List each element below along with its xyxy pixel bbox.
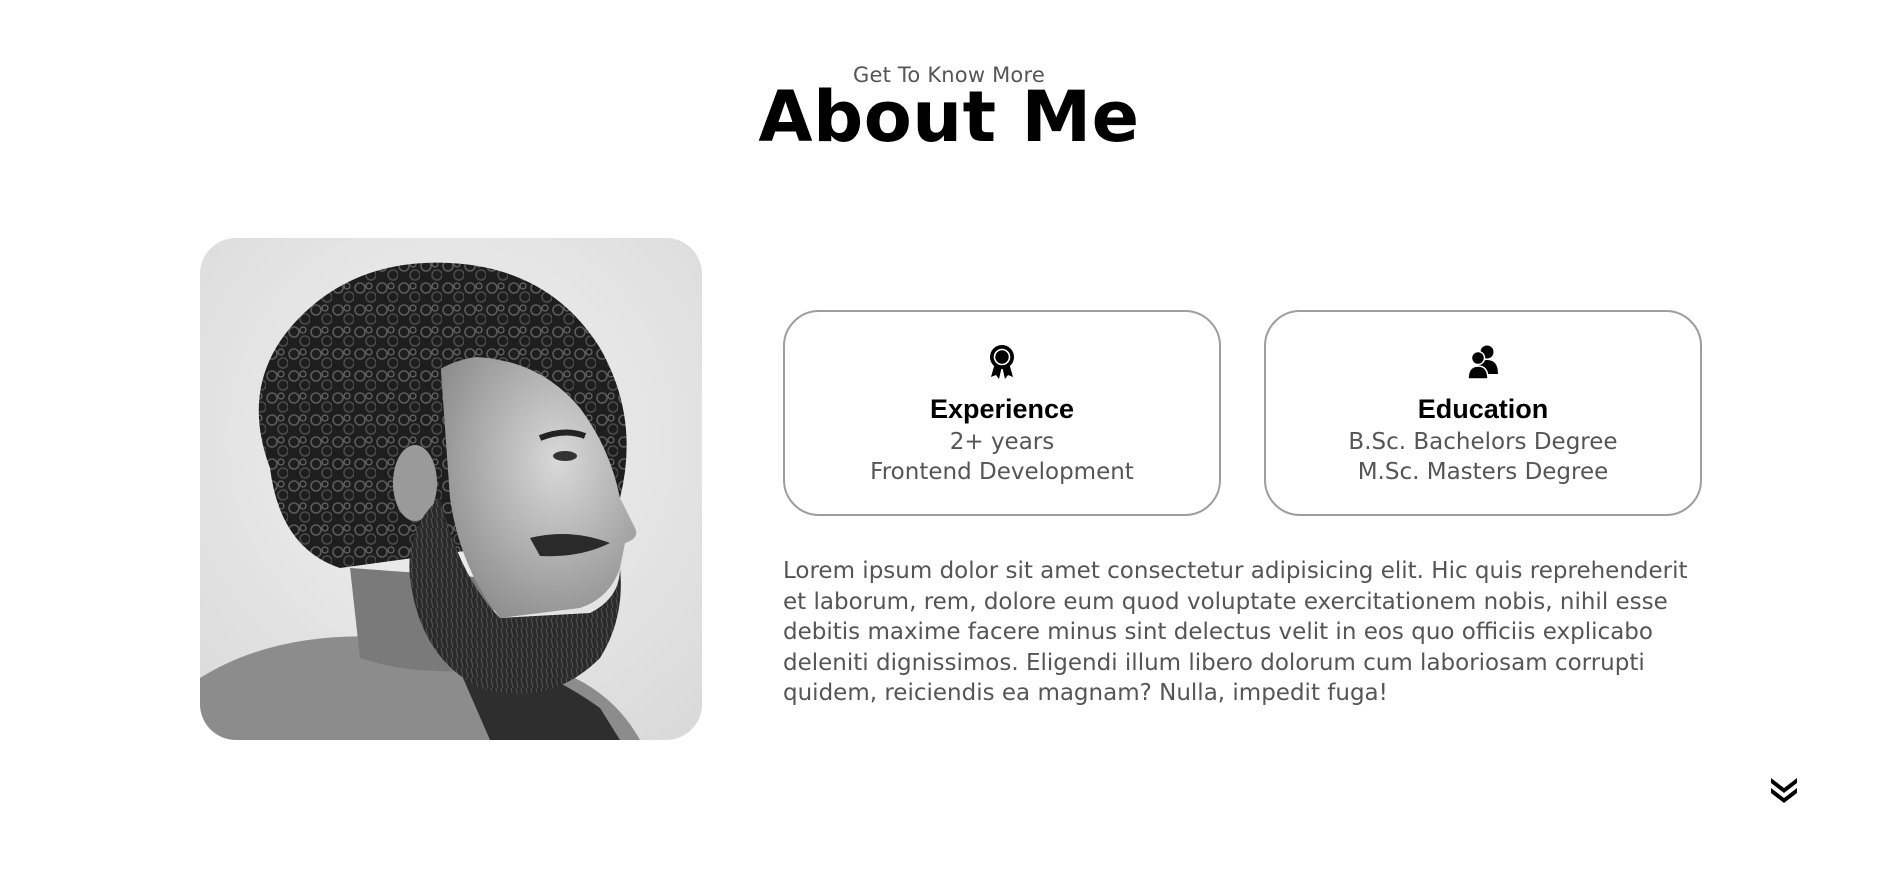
- bio-text: Lorem ipsum dolor sit amet consectetur a…: [783, 558, 1688, 706]
- card-text: Frontend Development: [870, 459, 1134, 485]
- card-text: 2+ years: [949, 429, 1055, 455]
- card-title: Education: [1417, 394, 1549, 424]
- scroll-down-button[interactable]: [1768, 774, 1800, 806]
- section-title: About Me: [758, 76, 1140, 158]
- experience-card: Experience 2+ years Frontend Development: [783, 310, 1221, 516]
- experience-badge-icon: [986, 344, 1018, 380]
- profile-picture: [200, 238, 702, 740]
- card-title: Experience: [929, 394, 1075, 424]
- card-text: B.Sc. Bachelors Degree: [1348, 429, 1618, 455]
- double-chevron-down-icon: [1771, 778, 1797, 803]
- education-card: Education B.Sc. Bachelors Degree M.Sc. M…: [1264, 310, 1702, 516]
- card-text: M.Sc. Masters Degree: [1357, 459, 1609, 485]
- education-people-icon: [1467, 344, 1499, 380]
